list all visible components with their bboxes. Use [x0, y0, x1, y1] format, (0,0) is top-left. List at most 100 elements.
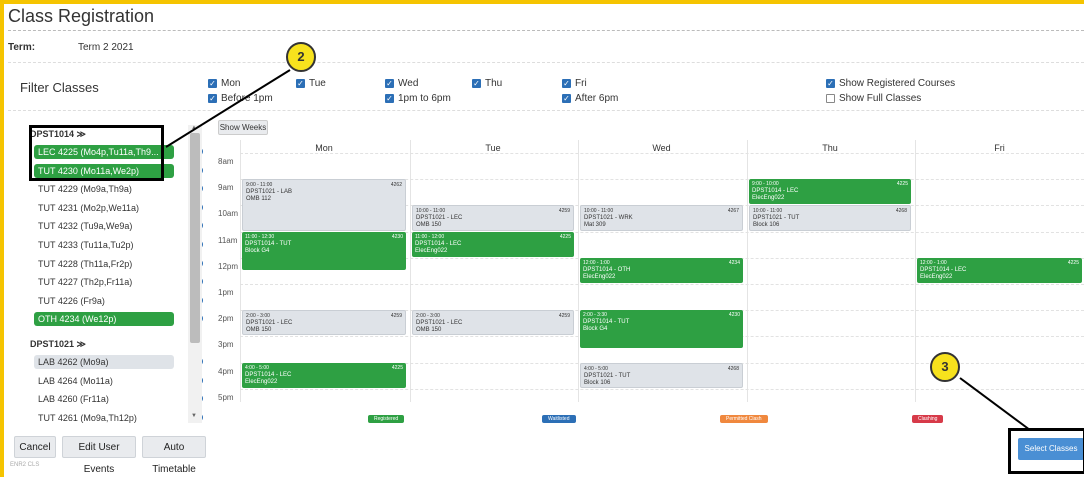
- timetable-event[interactable]: 4225 12:00 - 1:00 DPST1014 - LEC ElecEng022: [917, 257, 1082, 283]
- class-option[interactable]: TUT 4229 (Mo9a,Th9a): [34, 182, 174, 196]
- event-time: 2:00 - 3:00: [246, 313, 270, 320]
- class-option[interactable]: LAB 4264 (Mo11a): [34, 374, 174, 388]
- timetable-event[interactable]: 4267 10:00 - 11:00 DPST1021 - WRK Mat 309: [580, 205, 743, 231]
- filter-day-4[interactable]: ✓ Fri: [562, 78, 587, 89]
- footer-text: ENR2 CLS: [10, 462, 40, 468]
- hour-gridline: [240, 153, 1084, 154]
- filter-day-3[interactable]: ✓ Thu: [472, 78, 502, 89]
- checkbox[interactable]: ✓: [208, 79, 217, 88]
- event-title: DPST1014 - TUT: [583, 319, 630, 326]
- event-id: 4230: [728, 312, 740, 319]
- cancel-button[interactable]: Cancel: [14, 436, 56, 458]
- filter-day-1[interactable]: ✓ Tue: [296, 78, 326, 89]
- filter-time-1[interactable]: ✓ 1pm to 6pm: [385, 93, 451, 104]
- class-option[interactable]: TUT 4226 (Fr9a): [34, 294, 174, 308]
- hour-label: 8am: [218, 157, 234, 166]
- class-option[interactable]: TUT 4232 (Tu9a,We9a): [34, 219, 174, 233]
- checkbox[interactable]: ✓: [296, 79, 305, 88]
- class-option[interactable]: TUT 4227 (Th2p,Fr11a): [34, 275, 174, 289]
- hour-label: 2pm: [218, 314, 234, 324]
- timetable-event[interactable]: 4268 4:00 - 5:00 DPST1021 - TUT Block 106: [580, 362, 743, 388]
- event-title: DPST1021 - WRK: [584, 215, 633, 222]
- class-option[interactable]: TUT 4233 (Tu11a,Tu2p): [34, 238, 174, 252]
- day-header-tue: Tue: [485, 143, 501, 153]
- timetable-event[interactable]: 4230 2:00 - 3:30 DPST1014 - TUT Block G4: [580, 310, 743, 349]
- timetable-event[interactable]: 4225 9:00 - 10:00 DPST1014 - LEC ElecEng022: [749, 179, 911, 205]
- class-list-scrollbar[interactable]: ▲ ▼: [188, 125, 202, 423]
- course-group-header[interactable]: DPST1021 ≫: [30, 339, 86, 350]
- divider: [8, 30, 1084, 31]
- event-room: OMB 150: [416, 327, 442, 334]
- event-time: 10:00 - 11:00: [753, 208, 783, 215]
- scroll-down-icon[interactable]: ▼: [191, 413, 197, 419]
- event-room: Block G4: [245, 247, 270, 254]
- class-option[interactable]: TUT 4231 (Mo2p,We11a): [34, 201, 174, 215]
- hour-label: 11am: [218, 235, 238, 245]
- checkbox[interactable]: ✓: [472, 79, 481, 88]
- hour-label: 12pm: [218, 261, 239, 271]
- hour-label: 3pm: [218, 340, 234, 350]
- event-title: DPST1014 - LEC: [245, 371, 292, 378]
- event-id: 4234: [728, 259, 740, 266]
- checkbox[interactable]: ✓: [385, 79, 394, 88]
- annotation-badge-2: 2: [286, 42, 316, 72]
- event-title: DPST1021 - LEC: [416, 320, 463, 327]
- timetable-event[interactable]: 4225 4:00 - 5:00 DPST1014 - LEC ElecEng022: [242, 362, 406, 388]
- event-time: 4:00 - 5:00: [584, 365, 608, 372]
- event-room: ElecEng022: [752, 195, 785, 202]
- checkbox[interactable]: ✓: [826, 79, 835, 88]
- hour-label: 5pm: [218, 392, 234, 402]
- checkbox[interactable]: ✓: [208, 94, 217, 103]
- event-time: 9:00 - 11:00: [246, 182, 273, 189]
- timetable-event[interactable]: 4234 12:00 - 1:00 DPST1014 - OTH ElecEng022: [580, 257, 743, 283]
- day-header-wed: Wed: [652, 143, 671, 153]
- checkbox-label: Show Full Classes: [839, 93, 922, 104]
- filter-show-registered[interactable]: ✓ Show Registered Courses: [826, 78, 955, 89]
- event-id: 4268: [895, 208, 907, 215]
- class-option[interactable]: OTH 4234 (We12p): [34, 312, 174, 327]
- event-room: ElecEng022: [245, 378, 278, 385]
- timetable-event[interactable]: 4268 10:00 - 11:00 DPST1021 - TUT Block 106: [749, 205, 911, 231]
- class-option[interactable]: TUT 4261 (Mo9a,Th12p): [34, 411, 174, 423]
- filter-time-0[interactable]: ✓ Before 1pm: [208, 93, 273, 104]
- timetable-event[interactable]: 4225 11:00 - 12:00 DPST1014 - LEC ElecEng02…: [412, 231, 574, 257]
- class-option[interactable]: LAB 4260 (Fr11a): [34, 392, 174, 406]
- event-room: Block G4: [583, 326, 608, 333]
- page-title: Class Registration: [8, 6, 155, 26]
- filter-day-2[interactable]: ✓ Wed: [385, 78, 418, 89]
- term-label: Term:: [8, 42, 36, 53]
- checkbox[interactable]: ✓: [562, 94, 571, 103]
- timetable-event[interactable]: 4259 2:00 - 3:00 DPST1021 - LEC OMB 150: [242, 310, 406, 336]
- checkbox[interactable]: ✓: [562, 79, 571, 88]
- legend-waitlisted: Waitlisted: [542, 415, 576, 423]
- checkbox[interactable]: ✓: [385, 94, 394, 103]
- checkbox[interactable]: [826, 94, 835, 103]
- timetable-event[interactable]: 4230 11:00 - 12:30 DPST1014 - TUT Block G4: [242, 231, 406, 270]
- filter-show-full[interactable]: Show Full Classes: [826, 93, 921, 104]
- class-option[interactable]: TUT 4228 (Th11a,Fr2p): [34, 257, 174, 271]
- event-room: Block 106: [753, 222, 780, 229]
- event-title: DPST1014 - TUT: [245, 240, 292, 247]
- divider: [8, 62, 1084, 63]
- scroll-up-icon[interactable]: ▲: [191, 125, 197, 131]
- show-weeks-button[interactable]: Show Weeks: [218, 120, 268, 135]
- edit-user-events-button[interactable]: Edit User Events: [62, 436, 136, 475]
- auto-timetable-button[interactable]: Auto Timetable: [142, 436, 206, 475]
- annotation-box-2: [29, 125, 164, 181]
- timetable-event[interactable]: 4259 2:00 - 3:00 DPST1021 - LEC OMB 150: [412, 310, 574, 336]
- event-id: 4267: [727, 208, 739, 215]
- legend-clashing: Clashing: [912, 415, 944, 423]
- class-option[interactable]: LAB 4262 (Mo9a): [34, 355, 174, 369]
- checkbox-label: After 6pm: [575, 93, 619, 104]
- event-room: OMB 150: [416, 222, 442, 229]
- checkbox-label: Before 1pm: [221, 93, 273, 104]
- event-id: 4268: [727, 365, 739, 372]
- filter-day-0[interactable]: ✓ Mon: [208, 78, 240, 89]
- event-time: 2:00 - 3:30: [583, 312, 607, 319]
- term-value: Term 2 2021: [78, 42, 134, 53]
- timetable-event[interactable]: 4259 10:00 - 11:00 DPST1021 - LEC OMB 150: [412, 205, 574, 231]
- filter-time-2[interactable]: ✓ After 6pm: [562, 93, 618, 104]
- timetable-event[interactable]: 4262 9:00 - 11:00 DPST1021 - LAB OMB 112: [242, 179, 406, 231]
- event-room: Mat 309: [584, 222, 606, 229]
- scroll-thumb[interactable]: [190, 133, 200, 343]
